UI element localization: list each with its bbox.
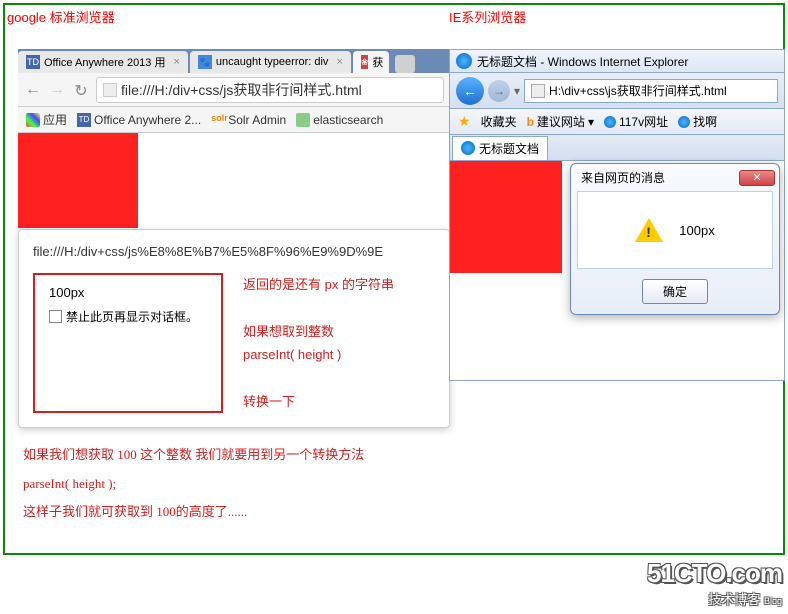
tab-label: 获 — [372, 54, 383, 70]
checkbox-label: 禁止此页再显示对话框。 — [66, 308, 198, 325]
alert-origin: file:///H:/div+css/js%E8%8E%B7%E5%8F%96%… — [33, 244, 435, 259]
bookmark-icon: solr — [211, 113, 225, 127]
alert-message: 100px — [49, 285, 207, 300]
chrome-viewport: file:///H:/div+css/js%E8%8E%B7%E5%8F%96%… — [18, 133, 450, 413]
tab-label: 无标题文档 — [479, 140, 539, 157]
window-title: 无标题文档 - Windows Internet Explorer — [477, 53, 688, 70]
chrome-alert-dialog: file:///H:/div+css/js%E8%8E%B7%E5%8F%96%… — [18, 229, 450, 428]
reload-button[interactable]: ↻ — [72, 81, 90, 99]
tab-icon: TD — [26, 55, 40, 69]
ie-icon — [678, 116, 690, 128]
ie-tabbar: 无标题文档 — [449, 135, 785, 161]
google-label: google 标准浏览器 — [7, 7, 115, 26]
chrome-tab-2[interactable]: 🐾 uncaught typeerror: div × — [190, 51, 351, 73]
dialog-titlebar: 来自网页的消息 ✕ — [571, 164, 779, 191]
ie-label: IE系列浏览器 — [449, 7, 526, 26]
site-link[interactable]: 117v网址 — [604, 113, 668, 130]
close-icon[interactable]: × — [173, 56, 179, 68]
apps-button[interactable]: 应用 — [26, 111, 67, 128]
bookmark-solr[interactable]: solr Solr Admin — [211, 113, 286, 127]
alert-body: 100px 禁止此页再显示对话框。 返回的是还有 px 的字符串 如果想取到整数… — [33, 273, 435, 413]
ie-tab[interactable]: 无标题文档 — [452, 136, 548, 160]
checkbox[interactable] — [49, 310, 62, 323]
bookmark-label: Office Anywhere 2... — [94, 113, 201, 127]
alert-highlight-box: 100px 禁止此页再显示对话框。 — [33, 273, 223, 413]
dropdown-icon[interactable]: ▾ — [514, 84, 520, 98]
ie-nav-toolbar: ← → ▾ H:\div+css\js获取非行间样式.html — [449, 73, 785, 109]
note-line: 如果想取到整数 — [243, 320, 394, 343]
tab-icon: 🐾 — [198, 55, 212, 69]
chrome-tabbar: TD Office Anywhere 2013 用 × 🐾 uncaught t… — [18, 49, 450, 73]
new-tab-button[interactable] — [395, 55, 415, 73]
ie-viewport: 来自网页的消息 ✕ ! 100px 确定 — [449, 161, 785, 381]
dialog-body: ! 100px — [577, 191, 773, 269]
apps-icon — [26, 113, 40, 127]
watermark-sub: 技术博客 Blog — [647, 589, 782, 608]
ie-icon — [456, 53, 472, 69]
url-text: file:///H:/div+css/js获取非行间样式.html — [121, 80, 362, 100]
url-text: H:\div+css\js获取非行间样式.html — [549, 82, 727, 99]
back-button[interactable]: ← — [24, 81, 42, 99]
bookmark-icon: TD — [77, 113, 91, 127]
tab-label: uncaught typeerror: div — [216, 56, 329, 68]
ie-favorites-bar: ★ 收藏夹 b 建议网站▾ 117v网址 找啊 — [449, 109, 785, 135]
url-input[interactable]: file:///H:/div+css/js获取非行间样式.html — [96, 77, 444, 103]
dialog-title: 来自网页的消息 — [581, 169, 665, 186]
note-line: 返回的是还有 px 的字符串 — [243, 273, 394, 296]
close-icon[interactable]: × — [336, 56, 342, 68]
chrome-bookmarks-bar: 应用 TD Office Anywhere 2... solr Solr Adm… — [18, 107, 450, 133]
find-link[interactable]: 找啊 — [678, 113, 717, 130]
file-icon — [531, 84, 545, 98]
bookmark-label: elasticsearch — [313, 113, 383, 127]
annotation-text: 返回的是还有 px 的字符串 如果想取到整数 parseInt( height … — [243, 273, 394, 413]
tab-icon: ❀ — [361, 55, 369, 69]
bookmark-icon — [296, 113, 310, 127]
ok-button[interactable]: 确定 — [642, 279, 708, 304]
bookmark-elastic[interactable]: elasticsearch — [296, 113, 383, 127]
back-button[interactable]: ← — [456, 77, 484, 105]
bottom-annotation: 如果我们想获取 100 这个整数 我们就要用到另一个转换方法 parseInt(… — [23, 441, 364, 527]
bookmark-office[interactable]: TD Office Anywhere 2... — [77, 113, 201, 127]
note-line: 如果我们想获取 100 这个整数 我们就要用到另一个转换方法 — [23, 441, 364, 470]
ie-titlebar: 无标题文档 - Windows Internet Explorer — [449, 49, 785, 73]
forward-button[interactable]: → — [488, 80, 510, 102]
chrome-tab-1[interactable]: TD Office Anywhere 2013 用 × — [18, 51, 188, 73]
ie-icon — [461, 141, 475, 155]
file-icon — [103, 83, 117, 97]
tab-label: Office Anywhere 2013 用 — [44, 54, 165, 70]
ie-icon — [604, 116, 616, 128]
note-line: 这样子我们就可获取到 100的高度了...... — [23, 498, 364, 527]
note-line: parseInt( height ) — [243, 343, 394, 366]
ie-window: 无标题文档 - Windows Internet Explorer ← → ▾ … — [449, 49, 785, 381]
apps-label: 应用 — [43, 111, 67, 128]
forward-button[interactable]: → — [48, 81, 66, 99]
warning-icon: ! — [635, 216, 663, 244]
star-icon[interactable]: ★ — [458, 113, 471, 130]
note-line: 转换一下 — [243, 390, 394, 413]
red-box — [450, 161, 562, 273]
chrome-toolbar: ← → ↻ file:///H:/div+css/js获取非行间样式.html — [18, 73, 450, 107]
favorites-label[interactable]: 收藏夹 — [481, 113, 517, 130]
watermark-main: 51CTO.com — [647, 558, 782, 589]
dialog-footer: 确定 — [571, 269, 779, 314]
dialog-message: 100px — [679, 223, 714, 238]
red-box — [18, 133, 138, 228]
bookmark-label: Solr Admin — [228, 113, 286, 127]
suppress-checkbox-row[interactable]: 禁止此页再显示对话框。 — [49, 308, 207, 325]
chrome-window: TD Office Anywhere 2013 用 × 🐾 uncaught t… — [18, 49, 450, 413]
chrome-tab-3[interactable]: ❀ 获 — [353, 51, 389, 73]
comparison-container: google 标准浏览器 IE系列浏览器 TD Office Anywhere … — [3, 3, 785, 555]
ie-alert-dialog: 来自网页的消息 ✕ ! 100px 确定 — [570, 163, 780, 315]
suggest-sites[interactable]: b 建议网站▾ — [527, 113, 594, 130]
close-button[interactable]: ✕ — [739, 170, 775, 186]
bing-icon: b — [527, 115, 534, 129]
watermark: 51CTO.com 技术博客 Blog — [647, 558, 782, 608]
ie-url-input[interactable]: H:\div+css\js获取非行间样式.html — [524, 79, 778, 103]
note-line: parseInt( height ); — [23, 470, 364, 499]
